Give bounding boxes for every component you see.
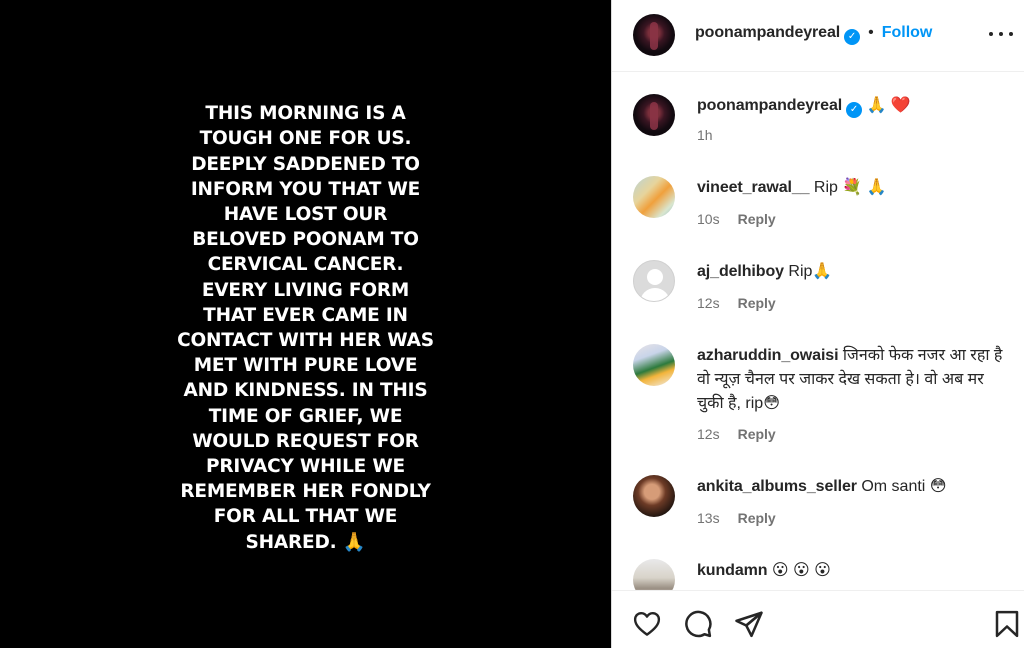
post-image-text-line: TOUGH ONE FOR US. [199,128,412,150]
post-image-text-line: THIS MORNING IS A [205,103,406,125]
caption-username[interactable]: poonampandeyreal [697,97,842,114]
reply-button[interactable]: Reply [738,426,776,442]
post-image-text-line: SHARED. 🙏 [245,531,366,553]
comment-icon[interactable] [683,609,715,641]
author-avatar[interactable] [633,14,675,56]
commenter-avatar[interactable] [633,344,675,386]
separator-dot: • [868,24,874,41]
post-image-text-line: INFORM YOU THAT WE [190,178,421,200]
caption-text: 🙏 ❤️ [866,97,911,114]
default-avatar-icon [647,269,663,285]
comment-username[interactable]: azharuddin_owaisi [697,347,839,364]
post-header: poonampandeyreal ✓ • Follow [612,0,1024,72]
bookmark-icon[interactable] [992,609,1024,641]
comment-time: 12s [697,295,720,311]
comment-text: Rip 💐 🙏 [813,179,887,196]
comment-username[interactable]: vineet_rawal__ [697,179,810,196]
reply-button[interactable]: Reply [738,295,776,311]
comment-username[interactable]: aj_delhiboy [697,263,784,280]
post-image-text-line: MET WITH PURE LOVE [193,355,418,377]
more-options-icon[interactable] [989,22,1013,46]
post-image-text-line: THAT EVER CAME IN [203,304,408,326]
verified-badge-icon: ✓ [846,102,863,118]
heart-icon[interactable] [632,609,664,641]
reply-button[interactable]: Reply [738,211,776,227]
comment-text: Rip🙏 [788,263,833,280]
reply-button[interactable]: Reply [738,510,776,526]
post-image-text-line: EVERY LIVING FORM [201,279,410,301]
comment-username[interactable]: ankita_albums_seller [697,478,857,495]
comment-username[interactable]: kundamn [697,562,768,579]
post-image-text-line: PRIVACY WHILE WE [206,456,405,478]
verified-badge-icon: ✓ [844,29,861,45]
post-image-text-line: HAVE LOST OUR [223,203,388,225]
post-image-text-line: CONTACT WITH HER WAS [177,330,434,351]
post-image-text-line: FOR ALL THAT WE [213,506,398,528]
post-image-text-line: DEEPLY SADDENED TO [191,153,420,175]
comment-time: 13s [697,510,720,526]
follow-button[interactable]: Follow [882,24,933,41]
commenter-avatar[interactable] [633,260,675,302]
comment-text: Om santi 😳 [861,478,947,495]
post-image-text-line: WOULD REQUEST FOR [192,430,419,452]
author-username[interactable]: poonampandeyreal [695,24,840,41]
post-action-bar [612,590,1024,648]
caption-time: 1h [697,127,713,143]
commenter-avatar[interactable] [633,475,675,517]
post-image-text-line: REMEMBER HER FONDLY [180,481,431,503]
comment-time: 12s [697,426,720,442]
post-image-text-line: AND KINDNESS. IN THIS [183,380,428,402]
post-media[interactable]: THIS MORNING IS A TOUGH ONE FOR US. DEEPLY… [0,0,611,648]
share-icon[interactable] [734,609,766,641]
post-side-panel: poonampandeyreal ✓ • Follow poonampandeyrea… [611,0,1024,648]
comment-time: 10s [697,211,720,227]
post-image-text-line: TIME OF GRIEF, WE [208,405,403,427]
caption-avatar[interactable] [633,94,675,136]
commenter-avatar[interactable] [633,176,675,218]
post-image-text: THIS MORNING IS A TOUGH ONE FOR US. DEEPLY… [156,101,456,555]
post-image-text-line: CERVICAL CANCER. [207,254,404,276]
post-image-text-line: BELOVED POONAM TO [192,229,419,251]
comment-text: 😮 😮 😮 [771,562,831,579]
